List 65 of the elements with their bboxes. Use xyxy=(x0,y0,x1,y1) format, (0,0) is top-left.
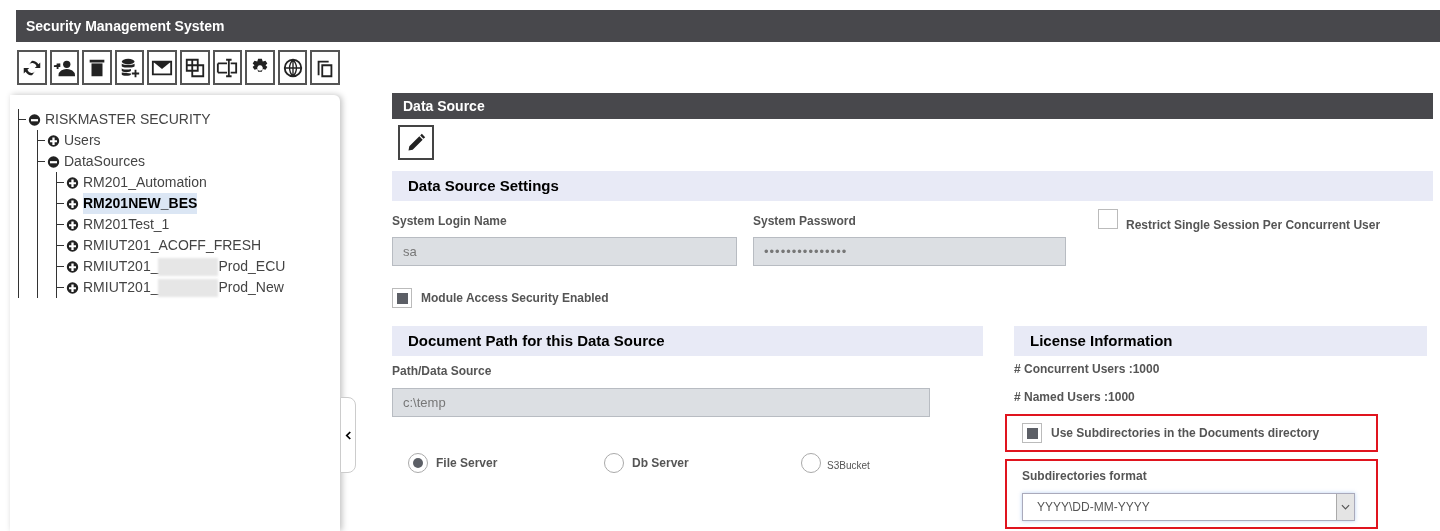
chevron-left-icon xyxy=(344,430,352,440)
radio-button[interactable] xyxy=(801,453,821,473)
redacted-block xyxy=(158,257,219,276)
field-label: # Concurrent Users :1000 xyxy=(1014,362,1160,376)
pencil-icon xyxy=(406,132,426,153)
plus-circle-icon[interactable] xyxy=(47,133,60,148)
plus-circle-icon[interactable] xyxy=(66,175,79,190)
field-label: Use Subdirectories in the Documents directory xyxy=(1051,425,1320,442)
tree-item[interactable]: DataSources xyxy=(64,151,145,172)
field-label: Subdirectories format xyxy=(1022,468,1148,485)
checkbox[interactable] xyxy=(1098,209,1118,229)
globe-button[interactable] xyxy=(277,50,308,85)
plus-circle-icon[interactable] xyxy=(66,259,79,274)
tree-item[interactable]: RMIUT201_ACOFF_FRESH xyxy=(83,235,262,256)
window-title: Security Management System xyxy=(16,10,1440,42)
field-label: System Password xyxy=(753,213,857,230)
plus-circle-icon[interactable] xyxy=(66,217,79,232)
layout-button[interactable] xyxy=(179,50,210,85)
settings-button[interactable] xyxy=(245,50,275,85)
radio-label: Db Server xyxy=(632,455,689,472)
section-header: Data Source Settings xyxy=(392,171,1433,201)
field-label: Module Access Security Enabled xyxy=(421,290,609,307)
panel-header: Data Source xyxy=(392,93,1433,119)
radio-button[interactable] xyxy=(408,453,428,473)
input-field[interactable]: c:\temp xyxy=(392,388,930,417)
input-field[interactable]: sa xyxy=(392,237,737,266)
tree-item[interactable]: Users xyxy=(64,130,101,151)
radio-label: S3Bucket xyxy=(827,459,870,473)
tree-item-suffix: Prod_ECU xyxy=(218,257,286,276)
refresh-button[interactable] xyxy=(17,50,47,85)
layout-icon xyxy=(183,56,206,79)
database-plus-button[interactable] xyxy=(114,50,145,85)
tree-item[interactable]: RM201NEW_BES xyxy=(83,193,198,214)
tree-item[interactable]: RISKMASTER SECURITY xyxy=(45,109,211,130)
text-cursor-icon xyxy=(216,56,239,79)
field-label: # Named Users :1000 xyxy=(1014,390,1135,404)
tree-item[interactable]: RMIUT201_ xyxy=(83,256,159,277)
field-label: System Login Name xyxy=(392,213,508,230)
section-header: License Information xyxy=(1014,326,1427,356)
dropdown[interactable]: YYYY\DD-MM-YYYY xyxy=(1022,493,1355,521)
field-label: Restrict Single Session Per Concurrent User xyxy=(1126,218,1381,232)
checkbox[interactable] xyxy=(392,288,412,308)
add-user-button[interactable] xyxy=(49,50,80,85)
radio-label: File Server xyxy=(436,455,498,472)
plus-circle-icon[interactable] xyxy=(66,238,79,253)
tree-item[interactable]: RMIUT201_ xyxy=(83,277,159,298)
trash-button[interactable] xyxy=(82,50,112,85)
plus-circle-icon[interactable] xyxy=(66,196,79,211)
section-header: Document Path for this Data Source xyxy=(392,326,983,356)
minus-circle-icon[interactable] xyxy=(47,154,60,169)
mail-button[interactable] xyxy=(147,50,177,85)
tree-item-suffix: Prod_New xyxy=(218,278,284,297)
edit-button[interactable] xyxy=(398,125,434,160)
plus-circle-icon[interactable] xyxy=(66,280,79,295)
text-cursor-button[interactable] xyxy=(212,50,243,85)
tree-item[interactable]: RM201_Automation xyxy=(83,172,207,193)
chevron-down-icon xyxy=(1341,504,1350,510)
field-label: Path/Data Source xyxy=(392,364,492,378)
copy-button[interactable] xyxy=(310,50,340,85)
globe-icon xyxy=(281,56,304,79)
redacted-block xyxy=(158,278,219,297)
radio-button[interactable] xyxy=(604,453,624,473)
minus-circle-icon[interactable] xyxy=(28,112,41,127)
checkbox[interactable] xyxy=(1022,423,1042,443)
tree-item[interactable]: RM201Test_1 xyxy=(83,214,170,235)
